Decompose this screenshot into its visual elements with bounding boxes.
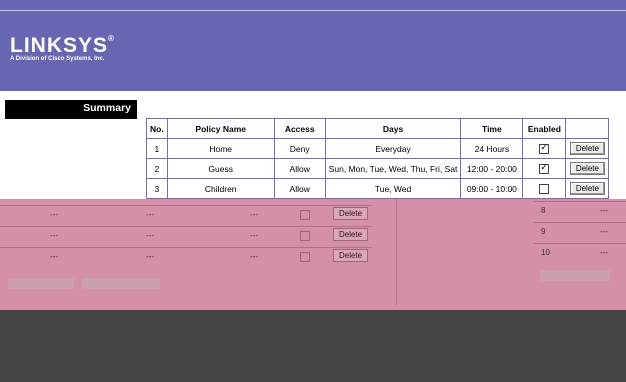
enabled-checkbox[interactable]: [300, 231, 310, 241]
policy-name: ---: [50, 210, 58, 219]
policy-access: ---: [146, 252, 154, 261]
policy-days: ---: [250, 210, 258, 219]
list-item: --- --- --- Delete: [0, 205, 372, 227]
enabled-cell: [522, 158, 567, 179]
policy-time: 12:00 - 20:00: [460, 158, 524, 179]
col-enabled: Enabled: [522, 118, 567, 139]
table-header-row: No. Policy Name Access Days Time Enabled: [146, 118, 610, 139]
delete-button[interactable]: Delete: [569, 162, 605, 175]
policy-access: Allow: [273, 178, 326, 199]
enabled-checkbox[interactable]: [539, 142, 550, 154]
overlay-button-1[interactable]: [8, 278, 74, 289]
col-no: No.: [146, 118, 168, 139]
logo-registered-mark: ®: [108, 34, 115, 43]
policy-time: 24 Hours: [460, 138, 524, 159]
policy-access: Allow: [273, 158, 326, 179]
table-row: 2 Guess Allow Sun, Mon, Tue, Wed, Thu, F…: [146, 158, 610, 179]
policy-summary-table: No. Policy Name Access Days Time Enabled…: [146, 118, 610, 199]
action-cell: Delete: [565, 158, 610, 179]
policy-name: ---: [50, 252, 58, 261]
list-item: --- --- --- Delete: [0, 247, 372, 269]
policy-days: Tue, Wed: [324, 178, 462, 199]
policy-days: ---: [250, 252, 258, 261]
table-row: 3 Children Allow Tue, Wed 09:00 - 10:00 …: [146, 178, 610, 199]
col-policy-name: Policy Name: [166, 118, 275, 139]
nav-summary-label: Summary: [83, 102, 131, 114]
col-access: Access: [273, 118, 326, 139]
row-number: 9: [541, 227, 546, 236]
delete-button[interactable]: Delete: [569, 182, 605, 195]
row-number: 10: [541, 248, 550, 257]
list-item: 8 ---: [533, 201, 626, 223]
delete-button[interactable]: Delete: [333, 249, 369, 262]
policy-access: ---: [146, 210, 154, 219]
enabled-cell: [522, 138, 567, 159]
delete-button[interactable]: Delete: [333, 207, 369, 220]
row-value: ---: [600, 227, 608, 236]
dark-bottom-area: [0, 310, 626, 382]
action-cell: Delete: [565, 178, 610, 199]
policy-name: Home: [166, 138, 275, 159]
policy-name: Guess: [166, 158, 275, 179]
list-item: 10 ---: [533, 243, 626, 265]
list-item: --- --- --- Delete: [0, 226, 372, 248]
policy-access: Deny: [273, 138, 326, 159]
col-days: Days: [324, 118, 462, 139]
enabled-cell: [522, 178, 567, 199]
policy-name: ---: [50, 231, 58, 240]
row-number: 3: [146, 178, 168, 199]
logo-text: LINKSYS: [10, 34, 109, 57]
row-number: 1: [146, 138, 168, 159]
col-time: Time: [460, 118, 524, 139]
logo-subtitle: A Division of Cisco Systems, Inc.: [10, 56, 105, 62]
left-panel: [5, 119, 137, 199]
enabled-checkbox[interactable]: [300, 210, 310, 220]
nav-summary[interactable]: Summary: [5, 100, 137, 119]
col-action: [565, 118, 610, 139]
linksys-logo: LINKSYS®: [10, 34, 115, 58]
top-strip: [0, 0, 626, 11]
list-item: 9 ---: [533, 222, 626, 244]
policy-access: ---: [146, 231, 154, 240]
action-cell: Delete: [565, 138, 610, 159]
policy-name: Children: [166, 178, 275, 199]
delete-button[interactable]: Delete: [333, 228, 369, 241]
enabled-checkbox[interactable]: [300, 252, 310, 262]
policy-days: ---: [250, 231, 258, 240]
overlay-divider: [396, 199, 397, 305]
policy-days: Everyday: [324, 138, 462, 159]
row-value: ---: [600, 206, 608, 215]
row-number: 2: [146, 158, 168, 179]
row-value: ---: [600, 248, 608, 257]
overlay-button-2[interactable]: [82, 278, 160, 289]
enabled-checkbox[interactable]: [539, 183, 550, 194]
policy-days: Sun, Mon, Tue, Wed, Thu, Fri, Sat: [324, 158, 462, 179]
enabled-checkbox[interactable]: [539, 162, 550, 174]
delete-button[interactable]: Delete: [569, 142, 605, 155]
table-row: 1 Home Deny Everyday 24 Hours Delete: [146, 138, 610, 159]
row-number: 8: [541, 206, 546, 215]
policy-time: 09:00 - 10:00: [460, 178, 524, 199]
overlay-button-3[interactable]: [540, 270, 610, 281]
